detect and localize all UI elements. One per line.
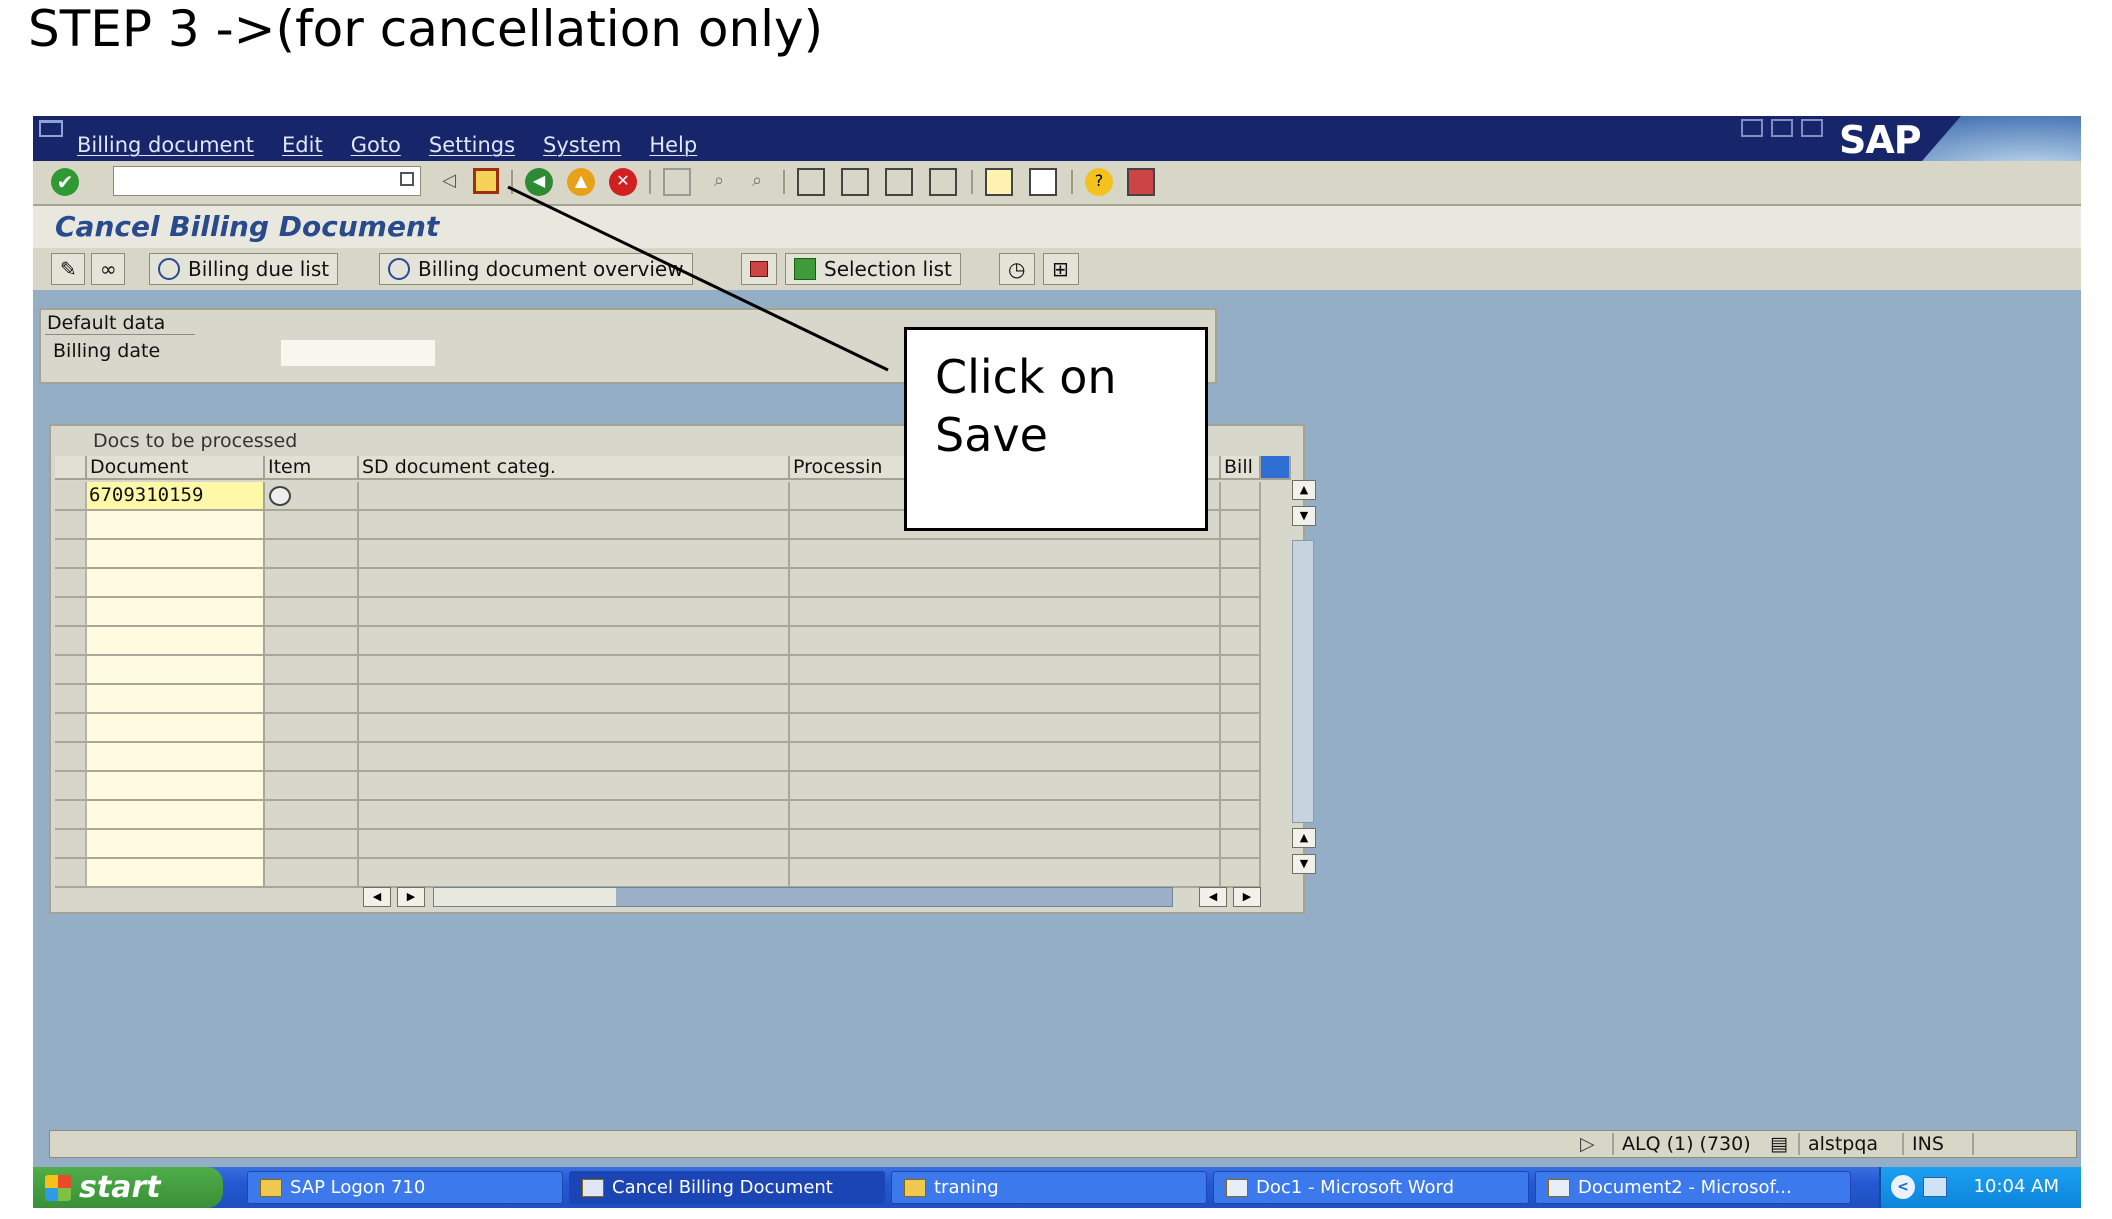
callout-pointer [507, 185, 889, 372]
callout-line2: Save [935, 408, 1048, 462]
callout-text: Click on Save [935, 348, 1117, 464]
callout-box: Click on Save [904, 327, 1208, 531]
callout-line1: Click on [935, 350, 1117, 404]
callout-pointer-line [507, 185, 889, 372]
